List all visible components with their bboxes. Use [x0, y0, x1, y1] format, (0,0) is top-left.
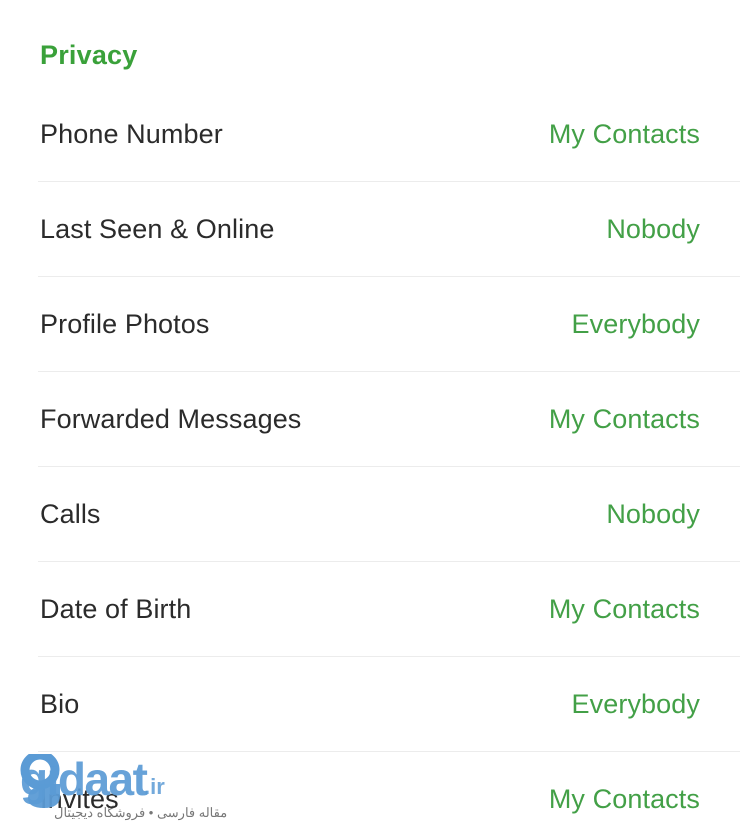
row-value[interactable]: Everybody	[572, 688, 700, 720]
row-label: Calls	[40, 498, 101, 529]
settings-row-date-of-birth[interactable]: Date of Birth My Contacts	[0, 561, 740, 656]
settings-row-bio[interactable]: Bio Everybody	[0, 656, 740, 751]
row-label: Profile Photos	[40, 308, 210, 339]
row-label: Bio	[40, 688, 80, 719]
settings-row-profile-photos[interactable]: Profile Photos Everybody	[0, 276, 740, 371]
settings-row-forwarded-messages[interactable]: Forwarded Messages My Contacts	[0, 371, 740, 466]
settings-row-last-seen-online[interactable]: Last Seen & Online Nobody	[0, 181, 740, 276]
row-label: Last Seen & Online	[40, 213, 275, 244]
row-value[interactable]: My Contacts	[549, 403, 700, 435]
settings-row-calls[interactable]: Calls Nobody	[0, 466, 740, 561]
settings-row-phone-number[interactable]: Phone Number My Contacts	[0, 86, 740, 181]
row-value[interactable]: Nobody	[606, 498, 700, 530]
row-value[interactable]: Everybody	[572, 308, 700, 340]
row-value[interactable]: My Contacts	[549, 118, 700, 150]
row-value[interactable]: My Contacts	[549, 593, 700, 625]
privacy-settings-screen: Privacy Phone Number My Contacts Last Se…	[0, 0, 740, 838]
row-value[interactable]: My Contacts	[549, 783, 700, 815]
row-label: Forwarded Messages	[40, 403, 302, 434]
page-title: Privacy	[40, 40, 138, 70]
settings-row-invites[interactable]: Invites My Contacts	[0, 751, 740, 838]
row-label: Date of Birth	[40, 593, 192, 624]
row-label: Phone Number	[40, 118, 223, 149]
privacy-settings-list: Phone Number My Contacts Last Seen & Onl…	[0, 86, 740, 838]
row-value[interactable]: Nobody	[606, 213, 700, 245]
row-label: Invites	[40, 783, 119, 814]
